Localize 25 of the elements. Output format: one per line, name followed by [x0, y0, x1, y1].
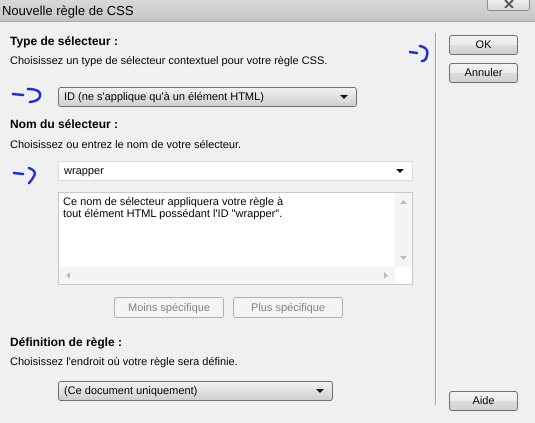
vertical-scrollbar[interactable]: [395, 193, 412, 267]
section-description: Choisissez l'endroit où votre règle sera définie.: [10, 355, 238, 370]
section-heading: Définition de règle :: [10, 334, 122, 350]
rule-location-dropdown[interactable]: (Ce document uniquement): [58, 381, 333, 401]
section-description: Choisissez ou entrez le nom de votre sélecteur.: [10, 138, 242, 153]
section-heading: Nom du sélecteur :: [10, 116, 118, 132]
window-title: Nouvelle règle de CSS: [2, 3, 134, 18]
help-button[interactable]: Aide: [449, 391, 518, 411]
scroll-down-icon[interactable]: [400, 256, 407, 260]
close-button[interactable]: [487, 0, 530, 11]
scroll-left-icon[interactable]: [66, 272, 70, 279]
horizontal-scrollbar[interactable]: [59, 267, 395, 284]
selector-type-dropdown[interactable]: ID (ne s'applique qu'à un élément HTML): [58, 87, 357, 107]
caret-icon: [396, 169, 404, 173]
cancel-button[interactable]: Annuler: [449, 63, 518, 83]
scroll-right-icon[interactable]: [384, 272, 388, 279]
caret-icon: [340, 95, 348, 99]
caret-icon: [316, 389, 324, 393]
close-icon: [502, 0, 514, 8]
section-description: Choisissez un type de sélecteur contextuel pour votre règle CSS.: [10, 54, 328, 69]
selector-name-field[interactable]: wrapper: [58, 161, 413, 181]
ok-button[interactable]: OK: [449, 35, 518, 55]
info-text: Ce nom de sélecteur appliquera votre règle à tout élément HTML possédant l'ID "wrapper".: [62, 195, 284, 220]
section-heading: Type de sélecteur :: [10, 33, 118, 49]
scroll-up-icon[interactable]: [400, 200, 407, 204]
